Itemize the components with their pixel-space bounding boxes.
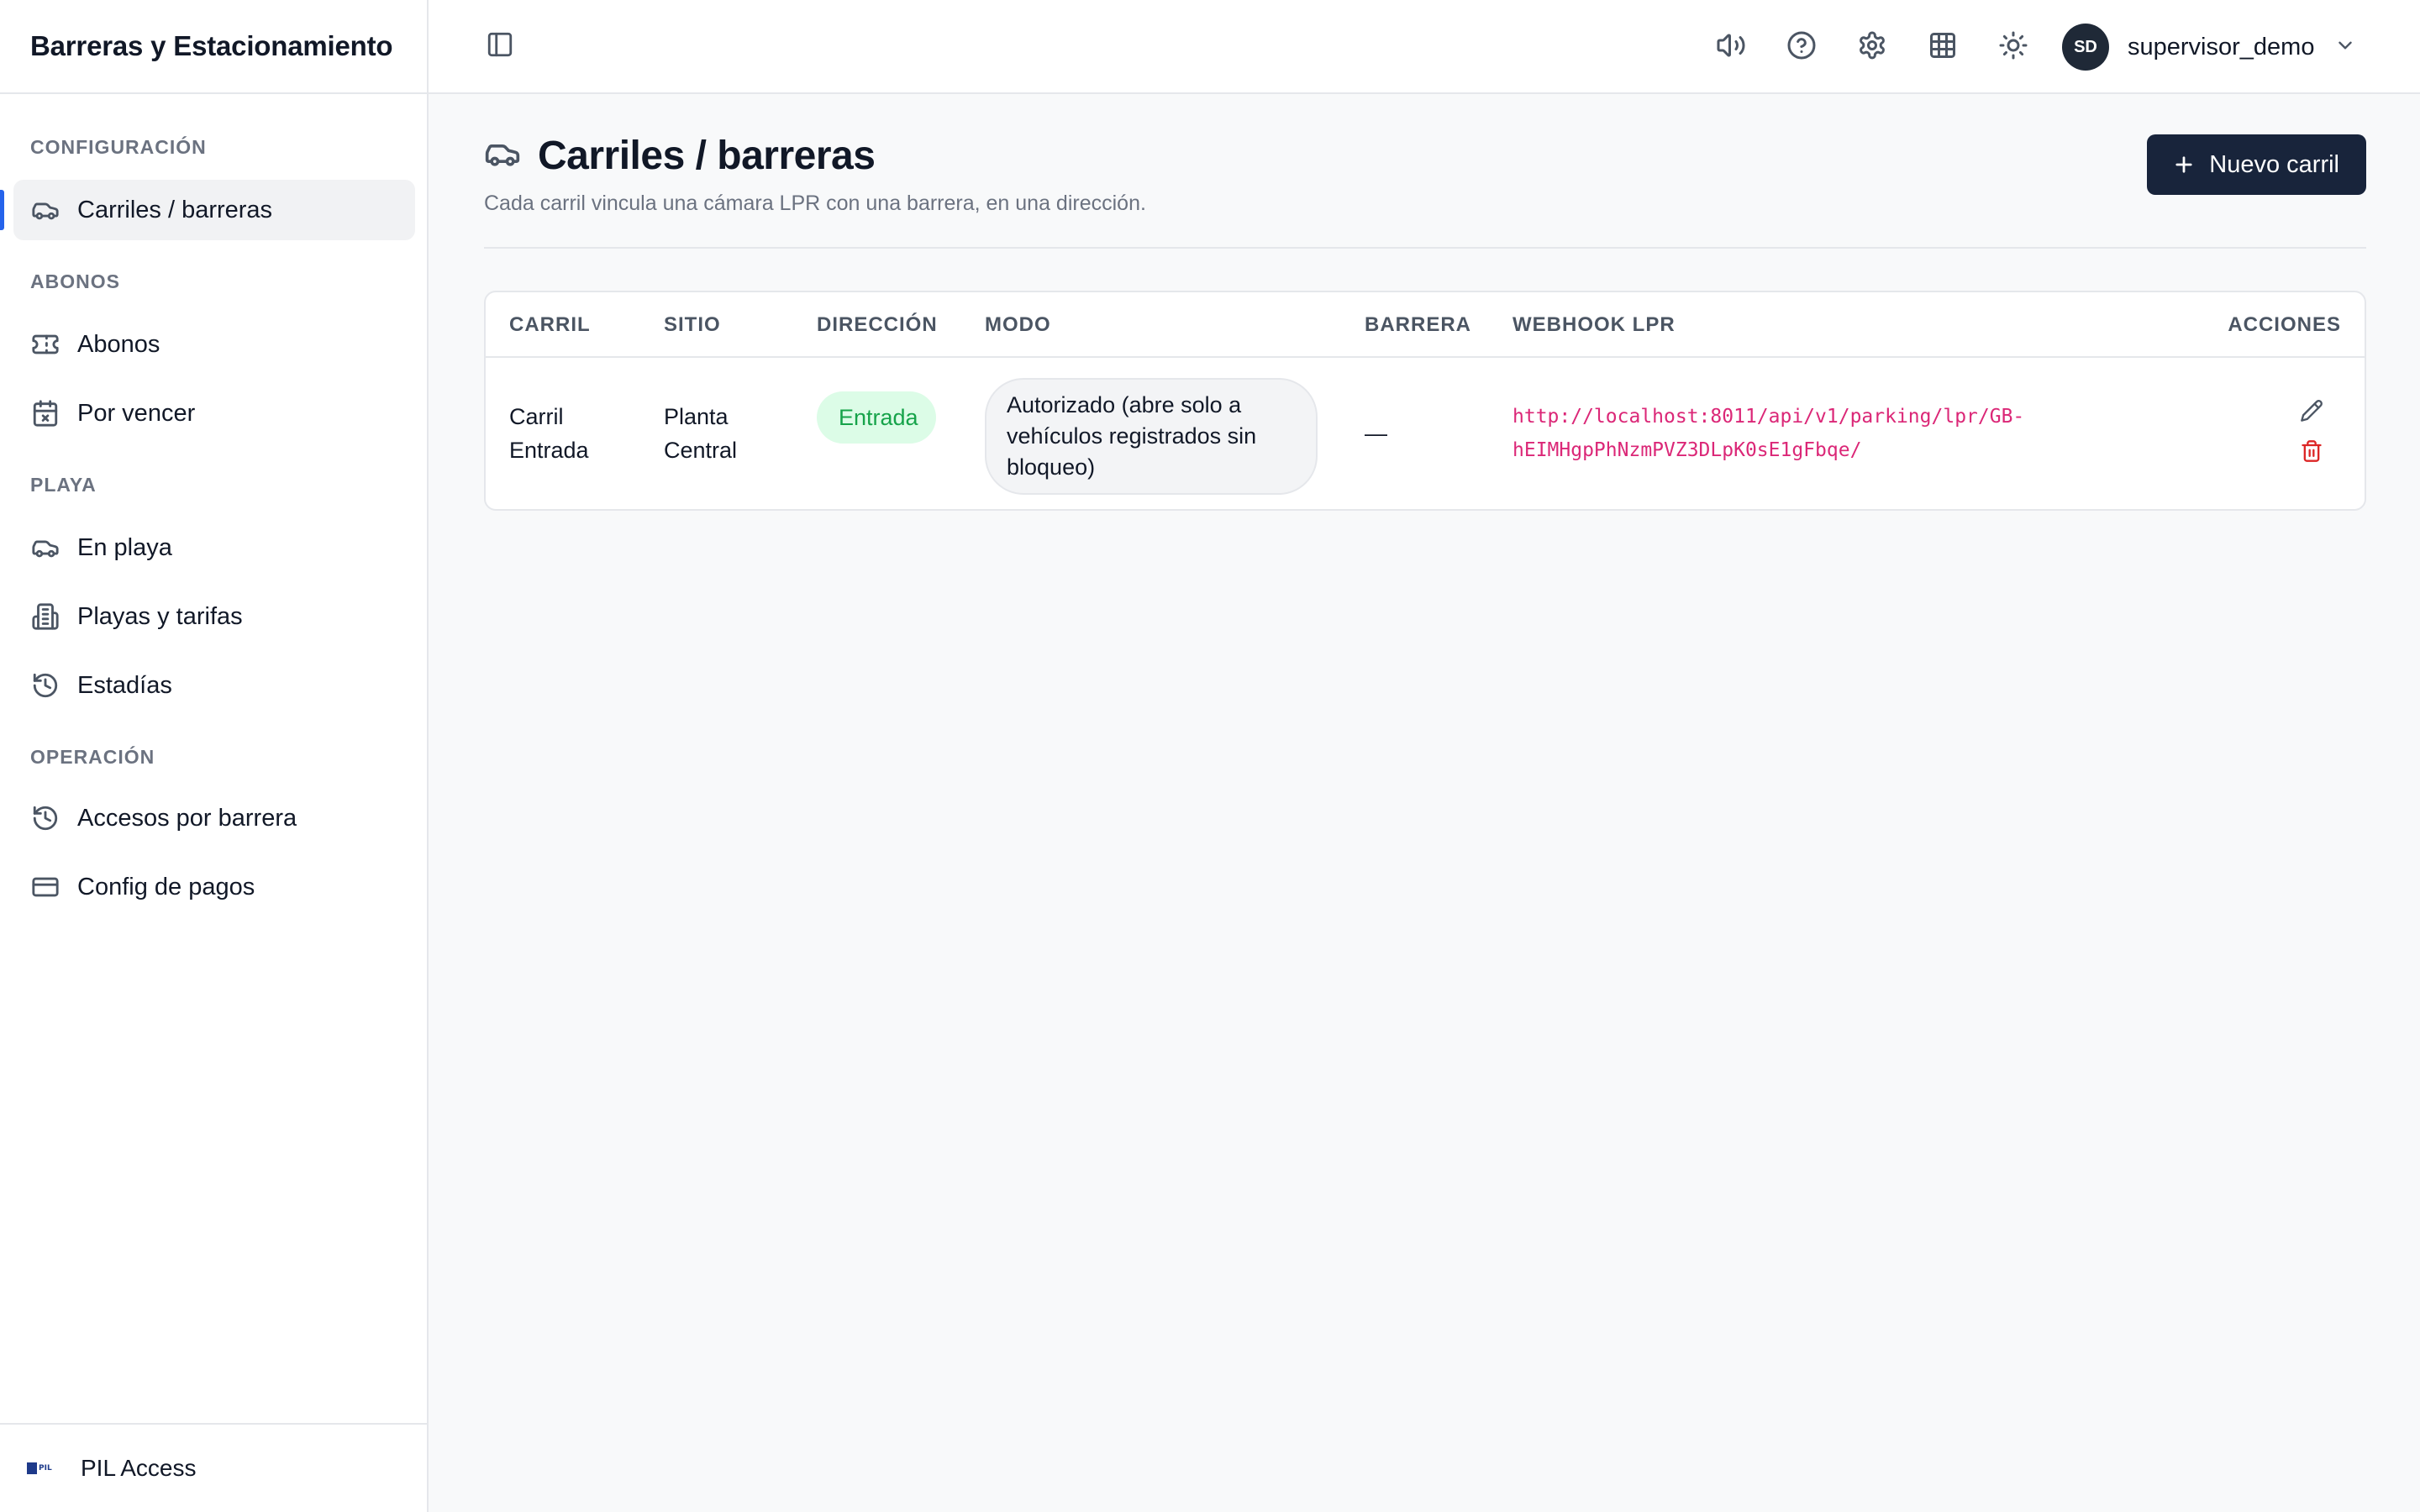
edit-button[interactable] <box>2297 398 2326 427</box>
theme-toggle-button[interactable] <box>1996 30 2030 64</box>
sidebar-item-label: Config de pagos <box>77 873 255 900</box>
sidebar-item-accesos[interactable]: Accesos por barrera <box>13 788 415 848</box>
section-playa: PLAYA <box>30 474 97 496</box>
trash-icon <box>2300 439 2323 467</box>
main-content: Carriles / barreras Cada carril vincula … <box>484 94 2366 511</box>
sidebar-item-label: En playa <box>77 533 172 561</box>
section-operacion: OPERACIÓN <box>30 746 155 768</box>
sidebar-item-estadias[interactable]: Estadías <box>13 655 415 716</box>
sidebar-toggle-button[interactable] <box>484 30 516 62</box>
new-lane-button[interactable]: Nuevo carril <box>2147 134 2366 195</box>
direction-badge: Entrada <box>817 391 936 444</box>
sidebar-item-label: Por vencer <box>77 399 196 427</box>
car-icon <box>30 533 60 563</box>
grid-icon <box>1928 30 1958 65</box>
lanes-table: CARRIL SITIO DIRECCIÓN MODO BARRERA WEBH… <box>484 291 2366 511</box>
history-icon <box>30 803 60 833</box>
page-subtitle: Cada carril vincula una cámara LPR con u… <box>484 192 1146 215</box>
table-header: CARRIL SITIO DIRECCIÓN MODO BARRERA WEBH… <box>486 292 2365 358</box>
app-title: Barreras y Estacionamiento <box>30 30 393 61</box>
building-icon <box>30 601 60 632</box>
settings-button[interactable] <box>1855 30 1889 64</box>
sidebar-item-label: Estadías <box>77 671 172 699</box>
column-header-modo: MODO <box>985 313 1051 336</box>
sidebar: Barreras y Estacionamiento CONFIGURACIÓN… <box>0 0 429 1512</box>
help-button[interactable] <box>1785 30 1818 64</box>
grid-button[interactable] <box>1926 30 1960 64</box>
page-title-row: Carriles / barreras <box>484 133 876 179</box>
user-menu[interactable]: SD supervisor_demo <box>2062 24 2356 71</box>
delete-button[interactable] <box>2297 438 2326 467</box>
sidebar-item-en-playa[interactable]: En playa <box>13 517 415 578</box>
cell-barrera: — <box>1365 421 1387 446</box>
sun-icon <box>1998 30 2028 65</box>
car-icon <box>484 135 521 176</box>
page-title: Carriles / barreras <box>538 134 876 178</box>
table-row: Carril Entrada Planta Central Entrada Au… <box>486 358 2365 509</box>
sidebar-item-abonos[interactable]: Abonos <box>13 314 415 375</box>
settings-icon <box>1857 30 1887 65</box>
chevron-down-icon <box>2334 34 2356 60</box>
calendar-x-icon <box>30 398 60 428</box>
help-icon <box>1786 30 1817 65</box>
sidebar-item-label: Abonos <box>77 330 160 358</box>
username: supervisor_demo <box>2128 33 2315 60</box>
column-header-acciones: ACCIONES <box>2228 313 2341 336</box>
history-icon <box>30 670 60 701</box>
ticket-icon <box>30 329 60 360</box>
plus-icon <box>2175 156 2192 173</box>
new-lane-label: Nuevo carril <box>2209 150 2339 178</box>
avatar: SD <box>2062 24 2109 71</box>
sidebar-header: Barreras y Estacionamiento <box>0 0 427 94</box>
sidebar-toggle-icon <box>486 30 514 63</box>
car-icon <box>30 195 60 225</box>
column-header-barrera: BARRERA <box>1365 313 1471 336</box>
footer-label: PIL Access <box>81 1455 197 1481</box>
column-header-webhook: WEBHOOK LPR <box>1512 313 1676 336</box>
page-header: Carriles / barreras Cada carril vincula … <box>484 94 2366 249</box>
section-abonos: ABONOS <box>30 270 120 292</box>
column-header-carril: CARRIL <box>509 313 591 336</box>
webhook-url[interactable]: http://localhost:8011/api/v1/parking/lpr… <box>1512 400 2033 467</box>
sidebar-item-label: Accesos por barrera <box>77 804 297 832</box>
sidebar-item-label: Carriles / barreras <box>77 196 273 223</box>
sidebar-item-por-vencer[interactable]: Por vencer <box>13 383 415 444</box>
sidebar-item-playas-tarifas[interactable]: Playas y tarifas <box>13 586 415 647</box>
sidebar-item-carriles[interactable]: Carriles / barreras <box>0 180 415 240</box>
volume-button[interactable] <box>1714 30 1748 64</box>
topbar: SD supervisor_demo <box>429 0 2420 94</box>
section-configuracion: CONFIGURACIÓN <box>30 136 207 158</box>
sidebar-item-config-pagos[interactable]: Config de pagos <box>13 857 415 917</box>
mode-badge: Autorizado (abre solo a vehículos regist… <box>985 378 1318 495</box>
cell-sitio: Planta Central <box>664 404 738 463</box>
column-header-sitio: SITIO <box>664 313 721 336</box>
pencil-icon <box>2300 399 2323 427</box>
sidebar-footer[interactable]: PIL PIL Access <box>0 1423 427 1512</box>
credit-card-icon <box>30 872 60 902</box>
column-header-direccion: DIRECCIÓN <box>817 313 938 336</box>
pil-logo: PIL <box>27 1459 57 1478</box>
cell-carril: Carril Entrada <box>509 404 589 463</box>
volume-icon <box>1716 30 1746 65</box>
sidebar-item-label: Playas y tarifas <box>77 602 243 630</box>
